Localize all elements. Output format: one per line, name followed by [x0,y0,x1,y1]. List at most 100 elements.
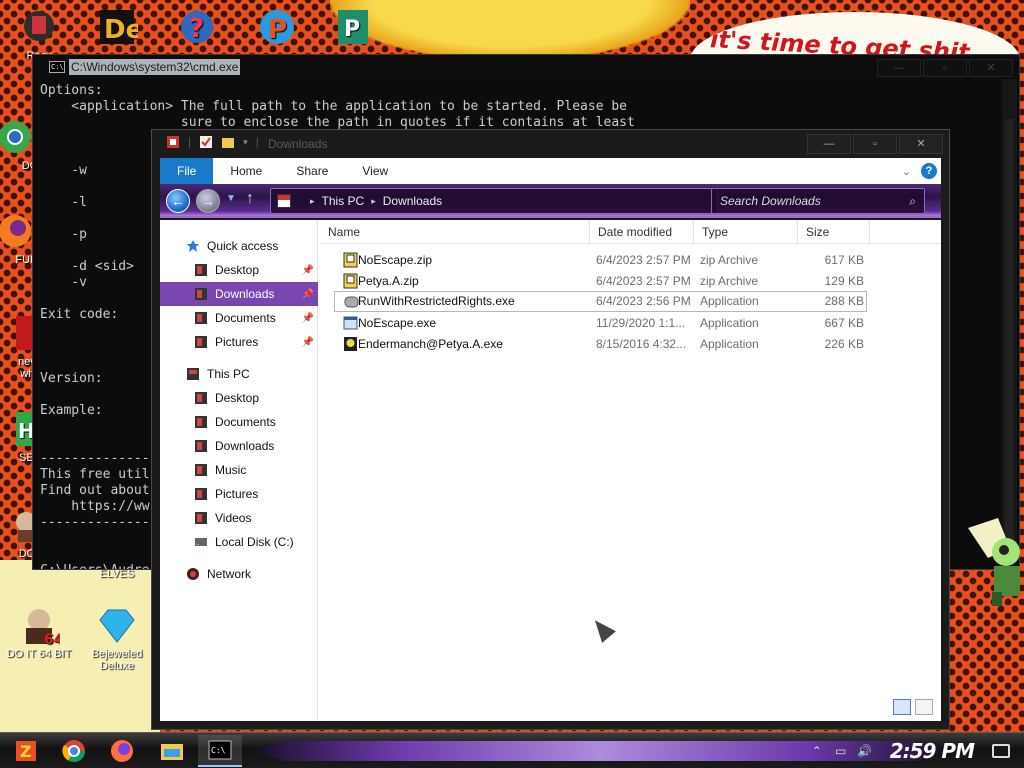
ribbon-right: ⌄ ? [902,163,937,179]
portrait-icon [16,512,36,542]
nav-pc-music[interactable]: Music [160,458,318,482]
action-center-icon[interactable] [992,744,1010,758]
nav-qa-pictures[interactable]: Pictures 📌 [160,330,318,354]
svg-text:P: P [344,17,360,42]
desktop-icon-do-it-64-bit[interactable]: 64 DO IT 64 BIT [4,604,74,660]
taskbar-chrome[interactable] [52,735,96,767]
cmd-icon: C:\ [49,61,65,73]
nav-network[interactable]: Network [160,562,318,586]
qat-dropdown-icon[interactable]: ▾ [243,137,248,148]
cmd-title: C:\Windows\system32\cmd.exe [69,59,241,75]
properties-icon[interactable] [199,135,213,149]
nav-quick-access[interactable]: Quick access [160,234,318,258]
drive-icon [195,538,207,546]
recycle-bin-icon [24,11,54,41]
column-date-modified[interactable]: Date modified [590,220,694,244]
taskbar-file-explorer[interactable] [150,735,194,767]
new-folder-icon[interactable] [221,135,235,149]
nav-qa-desktop[interactable]: Desktop 📌 [160,258,318,282]
clock[interactable]: 2:59 PM [890,739,975,763]
file-row[interactable]: NoEscape.exe 11/29/2020 1:1... Applicati… [334,313,879,334]
taskbar: Z C:\ ⌃ ▭ 🔊 2:59 PM [0,732,1024,768]
de-app-icon: De [100,10,138,45]
maximize-button[interactable]: ▫ [923,59,967,77]
nav-pc-local-disk[interactable]: Local Disk (C:) [160,530,318,554]
file-explorer-window[interactable]: | ▾ | Downloads — ▫ ✕ File Home Share Vi… [151,129,950,730]
large-icons-view-button[interactable] [915,699,933,715]
file-row[interactable]: Petya.A.zip 6/4/2023 2:57 PM zip Archive… [334,271,879,292]
taskbar-firefox[interactable] [100,735,144,767]
network-icon [187,568,199,580]
peridot-character-image [968,518,1020,606]
documents-folder-icon [195,312,207,324]
close-button[interactable]: ✕ [969,59,1013,77]
tab-view[interactable]: View [345,158,405,184]
nav-qa-documents[interactable]: Documents 📌 [160,306,318,330]
explorer-titlebar[interactable]: | ▾ | Downloads — ▫ ✕ [152,130,949,158]
recent-locations-icon[interactable]: ▼ [226,193,236,204]
start-button[interactable]: Z [4,735,48,767]
search-input[interactable]: Search Downloads ⌕ [711,188,925,214]
network-icon[interactable]: ▭ [832,744,850,758]
volume-icon[interactable]: 🔊 [856,744,874,758]
file-row-highlighted[interactable]: RunWithRestrictedRights.exe 6/4/2023 2:5… [334,291,867,312]
desktop-icon-p[interactable]: P [242,6,312,50]
search-icon[interactable]: ⌕ [909,189,916,213]
file-row[interactable]: NoEscape.zip 6/4/2023 2:57 PM zip Archiv… [334,250,879,271]
this-pc-icon [187,368,199,380]
breadcrumb-downloads[interactable]: Downloads [383,194,442,208]
desktop-folder-icon [195,392,207,404]
cmd-line: Options: [40,83,103,98]
nav-pc-documents[interactable]: Documents [160,410,318,434]
up-button[interactable]: ↑ [246,190,254,208]
start-icon: Z [16,741,36,761]
close-button[interactable]: ✕ [899,134,943,154]
taskbar-cmd[interactable]: C:\ [198,735,242,767]
breadcrumb-this-pc[interactable]: This PC [322,194,365,208]
videos-folder-icon [195,512,207,524]
cmd-scrollbar[interactable] [1002,79,1017,559]
tab-file[interactable]: File [160,158,214,184]
help-icon[interactable]: ? [921,163,937,179]
file-row[interactable]: Endermanch@Petya.A.exe 8/15/2016 4:32...… [334,334,879,355]
tab-share[interactable]: Share [279,158,345,184]
pictures-folder-icon [195,488,207,500]
nav-qa-downloads[interactable]: Downloads 📌 [160,282,318,306]
gem-icon [99,609,135,643]
maximize-button[interactable]: ▫ [853,134,897,154]
forward-button[interactable]: → [196,189,220,213]
minimize-button[interactable]: — [877,59,921,77]
scrollbar-thumb[interactable] [1005,119,1014,559]
pin-icon: 📌 [301,336,314,348]
app-icon: H [16,412,36,446]
tab-home[interactable]: Home [213,158,279,184]
nav-pc-downloads[interactable]: Downloads [160,434,318,458]
show-hidden-icons-icon[interactable]: ⌃ [808,744,826,758]
portrait-icon: 64 [26,609,60,646]
cmd-titlebar[interactable]: C:\ C:\Windows\system32\cmd.exe [33,55,1019,79]
navigation-bar: ← → ▼ ↑ ▸ This PC ▸ Downloads Search Dow… [160,184,941,218]
pin-icon: 📌 [301,264,314,276]
nav-pc-desktop[interactable]: Desktop [160,386,318,410]
file-list: Name Date modified Type Size NoEscape.zi… [320,220,941,721]
downloads-folder-icon [195,440,207,452]
quick-access-toolbar: | ▾ | [166,135,259,149]
details-view-button[interactable] [893,699,911,715]
nav-pc-videos[interactable]: Videos [160,506,318,530]
this-pc-icon [277,194,291,208]
back-button[interactable]: ← [166,189,190,213]
column-type[interactable]: Type [694,220,798,244]
desktop-icon-bejeweled[interactable]: Bejeweled Deluxe [82,604,152,672]
nav-pc-pictures[interactable]: Pictures [160,482,318,506]
nav-this-pc[interactable]: This PC [160,362,318,386]
column-name[interactable]: Name [320,220,590,244]
address-bar[interactable]: ▸ This PC ▸ Downloads [270,188,718,214]
expand-ribbon-icon[interactable]: ⌄ [902,165,911,178]
publisher-icon: P [338,10,368,44]
column-size[interactable]: Size [798,220,870,244]
firefox-icon [0,215,31,247]
desktop-icon-de[interactable]: De [82,6,152,50]
minimize-button[interactable]: — [807,134,851,154]
desktop-icon-question[interactable]: ? [162,6,232,50]
desktop-icon-publisher[interactable]: P [318,6,388,50]
